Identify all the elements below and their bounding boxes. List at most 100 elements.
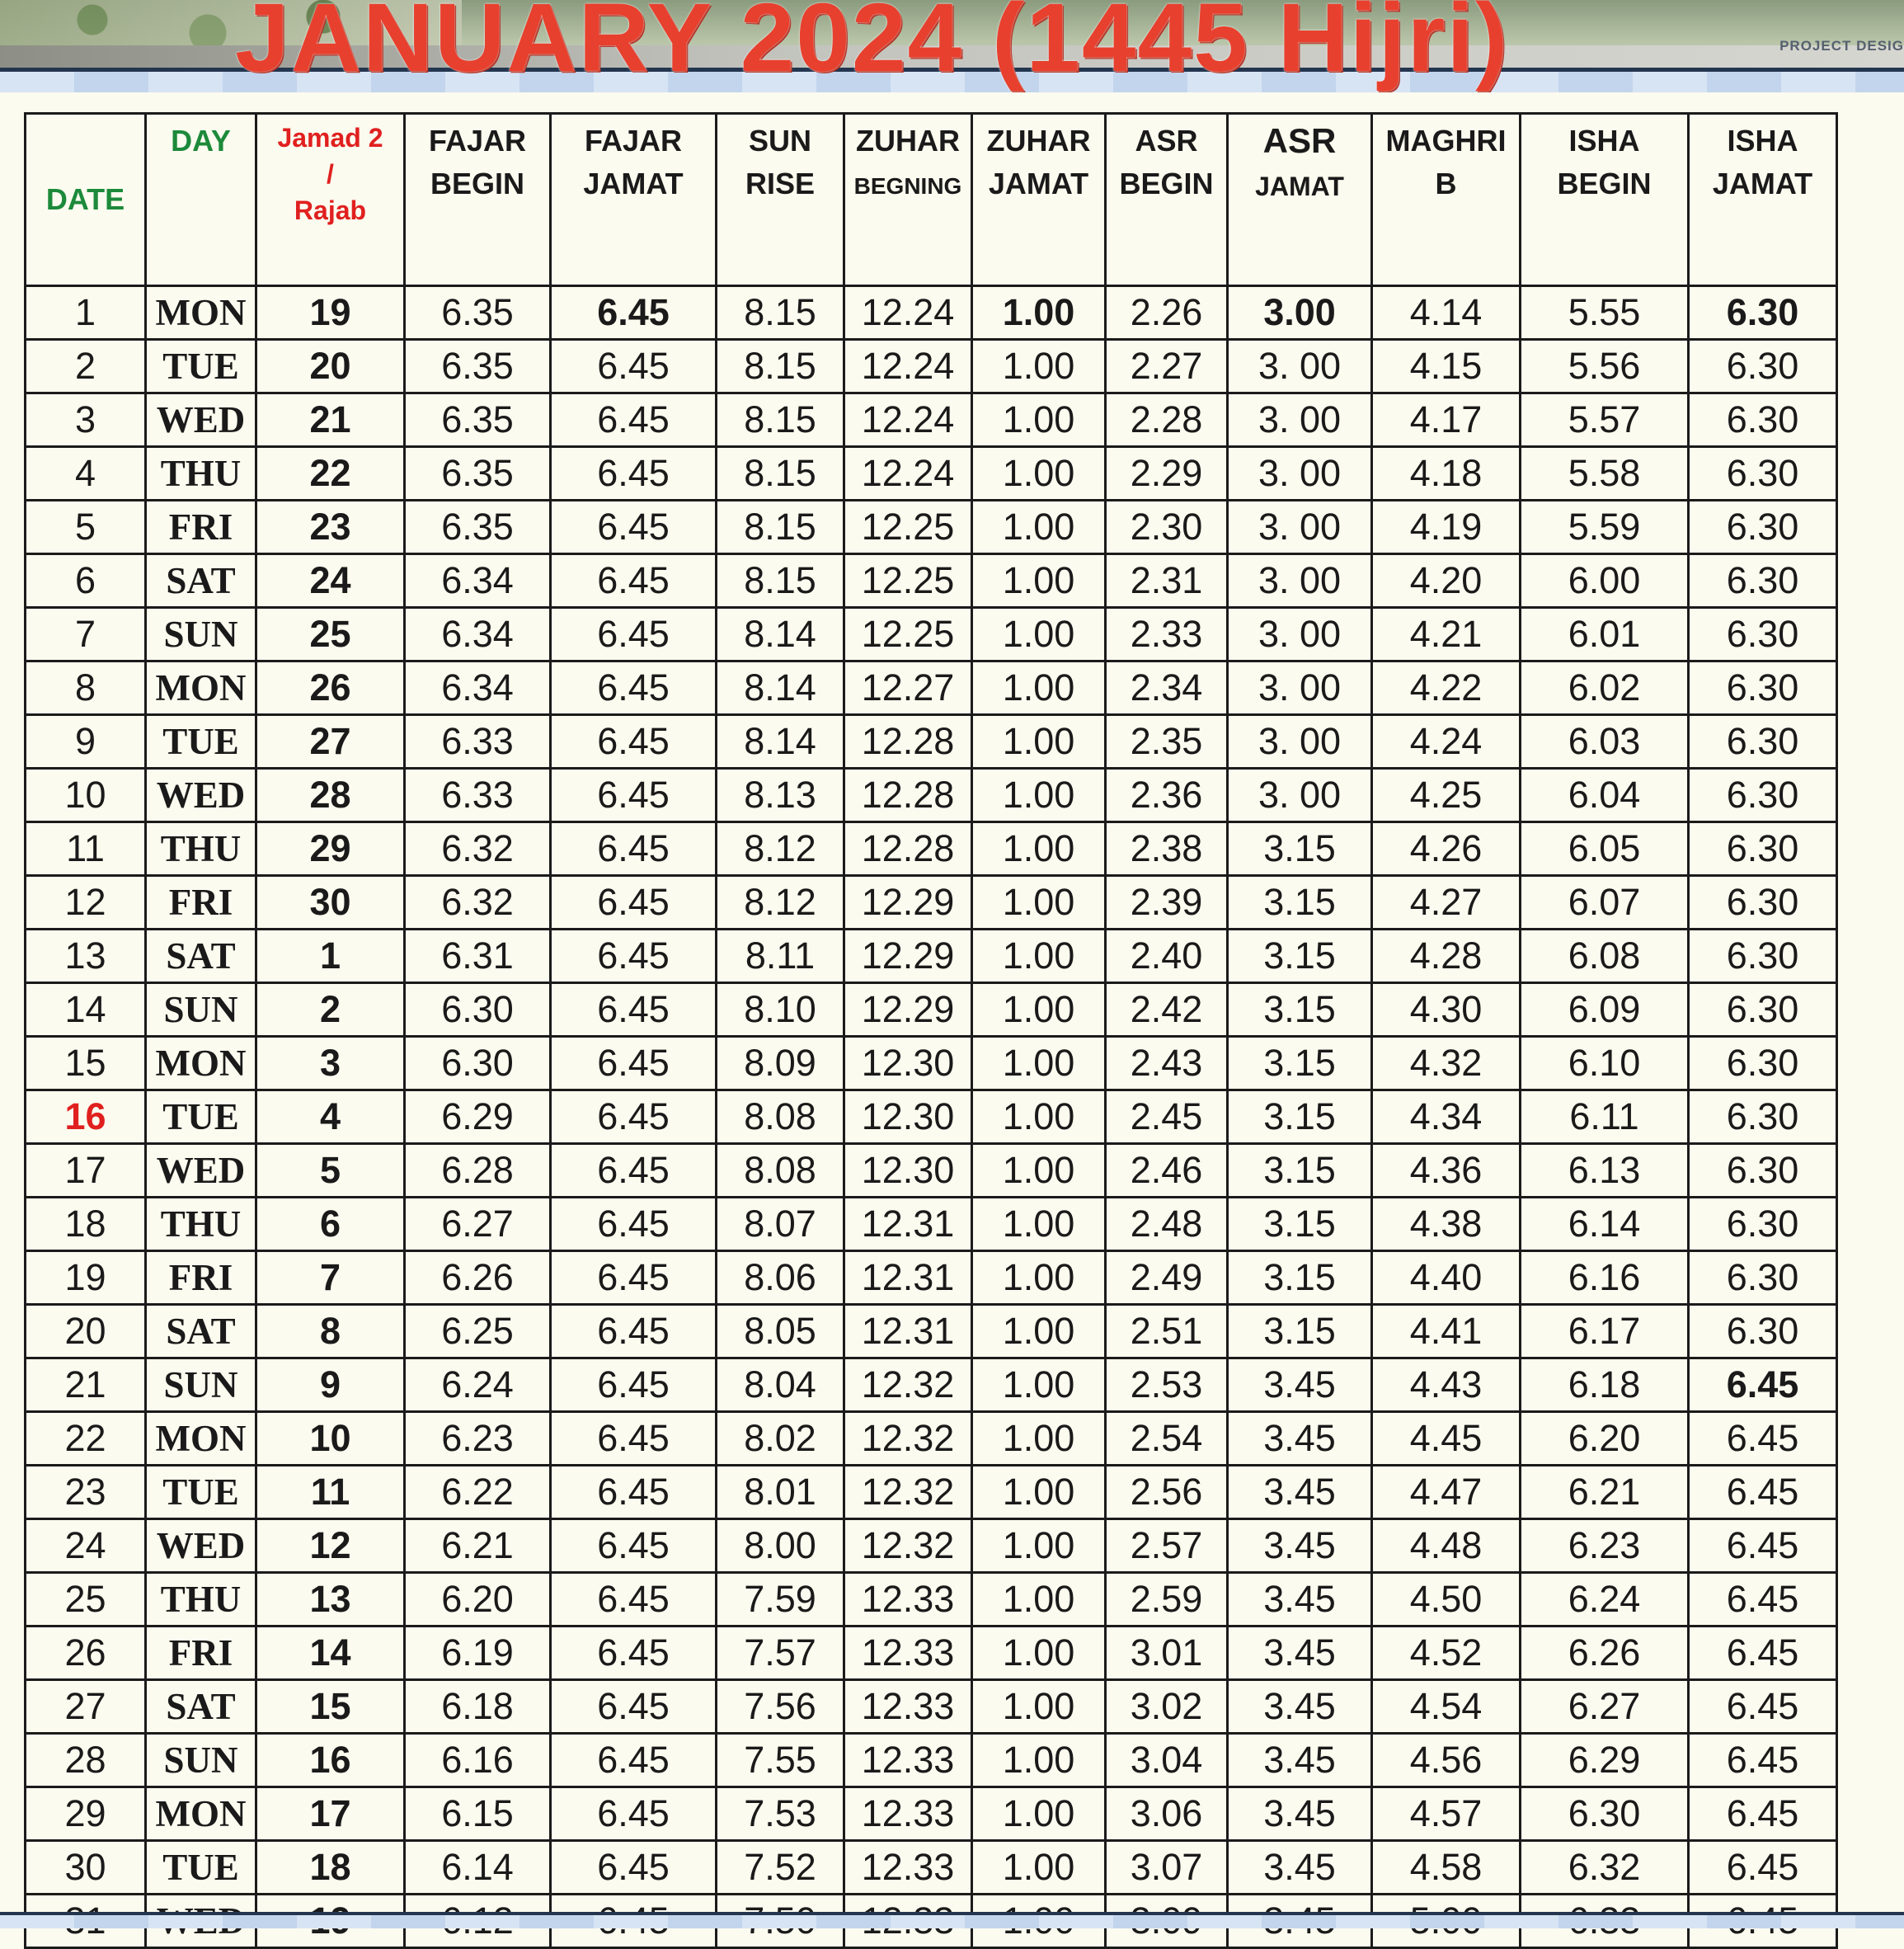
zuhar-jamat-cell: 1.00 (971, 1787, 1107, 1842)
isha-jamat-cell: 6.45 (1687, 1411, 1838, 1466)
sunrise-cell: 7.55 (715, 1733, 845, 1788)
asr-begin-cell: 2.38 (1104, 821, 1229, 877)
header-maghrib: MAGHRI B (1370, 112, 1521, 287)
isha-jamat-cell: 6.30 (1687, 1304, 1838, 1359)
maghrib-cell: 4.22 (1370, 661, 1521, 716)
date-cell: 8 (24, 661, 147, 716)
isha-begin-cell: 6.11 (1519, 1090, 1690, 1145)
fajar-jamat-cell: 6.45 (549, 929, 717, 984)
zuhar-jamat-cell: 1.00 (971, 1733, 1107, 1788)
zuhar-jamat-cell: 1.00 (971, 929, 1107, 984)
isha-begin-cell: 6.29 (1519, 1733, 1690, 1788)
zuhar-jamat-cell: 1.00 (971, 768, 1107, 823)
isha-begin-cell: 6.09 (1519, 982, 1690, 1038)
asr-jamat-cell: 3.45 (1226, 1626, 1373, 1681)
fajar-begin-cell: 6.35 (403, 339, 552, 394)
asr-jamat-cell: 3.45 (1226, 1518, 1373, 1574)
table-row: 18 THU 6 6.27 6.45 8.07 12.31 1.00 2.48 3.15 4.38 6… (24, 1197, 1838, 1252)
asr-begin-cell: 2.27 (1104, 339, 1229, 394)
zuhar-begin-cell: 12.33 (843, 1840, 973, 1895)
sunrise-cell: 8.15 (715, 393, 845, 448)
fajar-begin-cell: 6.30 (403, 1036, 552, 1091)
fajar-jamat-cell: 6.45 (549, 1465, 717, 1520)
asr-begin-cell: 3.01 (1104, 1626, 1229, 1681)
fajar-jamat-cell: 6.45 (549, 768, 717, 823)
maghrib-cell: 4.32 (1370, 1036, 1521, 1091)
isha-jamat-cell: 6.30 (1687, 446, 1838, 501)
table-row: 27 SAT 15 6.18 6.45 7.56 12.33 1.00 3.02 3.45 4.54… (24, 1679, 1838, 1735)
fajar-begin-cell: 6.22 (403, 1465, 552, 1520)
asr-begin-cell: 2.33 (1104, 607, 1229, 662)
table-row: 17 WED 5 6.28 6.45 8.08 12.30 1.00 2.46 3.15 4.36 6… (24, 1143, 1838, 1198)
header-zuhar-begin: ZUHAR BEGNING (843, 112, 973, 287)
hijri-date-cell: 12 (255, 1518, 406, 1574)
zuhar-jamat-cell: 1.00 (971, 285, 1107, 341)
day-cell: SAT (144, 1304, 257, 1359)
fajar-begin-cell: 6.31 (403, 929, 552, 984)
zuhar-begin-cell: 12.24 (843, 339, 973, 394)
zuhar-begin-cell: 12.33 (843, 1626, 973, 1681)
day-cell: SAT (144, 929, 257, 984)
isha-begin-cell: 6.08 (1519, 929, 1690, 984)
asr-jamat-cell: 3. 00 (1226, 339, 1373, 394)
fajar-begin-cell: 6.35 (403, 446, 552, 501)
hijri-date-cell: 4 (255, 1090, 406, 1145)
isha-begin-cell: 6.14 (1519, 1197, 1690, 1252)
table-row: 8 MON 26 6.34 6.45 8.14 12.27 1.00 2.34 3. 00 4.22… (24, 661, 1838, 716)
zuhar-jamat-cell: 1.00 (971, 500, 1107, 555)
header-date: DATE (24, 112, 147, 287)
date-cell: 30 (24, 1840, 147, 1895)
asr-begin-cell: 3.06 (1104, 1787, 1229, 1842)
zuhar-begin-cell: 12.32 (843, 1465, 973, 1520)
sunrise-cell: 8.14 (715, 607, 845, 662)
asr-jamat-cell: 3. 00 (1226, 768, 1373, 823)
asr-begin-cell: 3.07 (1104, 1840, 1229, 1895)
day-cell: SUN (144, 1358, 257, 1413)
zuhar-begin-cell: 12.28 (843, 821, 973, 877)
asr-begin-cell: 2.31 (1104, 553, 1229, 609)
maghrib-cell: 4.40 (1370, 1250, 1521, 1306)
table-row: 11 THU 29 6.32 6.45 8.12 12.28 1.00 2.38 3.15 4.26… (24, 821, 1838, 877)
sunrise-cell: 7.59 (715, 1572, 845, 1627)
asr-begin-cell: 2.28 (1104, 393, 1229, 448)
isha-jamat-cell: 6.45 (1687, 1465, 1838, 1520)
hijri-date-cell: 18 (255, 1840, 406, 1895)
date-cell: 27 (24, 1679, 147, 1735)
maghrib-cell: 4.36 (1370, 1143, 1521, 1198)
timetable-body: 1 MON 19 6.35 6.45 8.15 12.24 1.00 2.26 3.00 4.14 5… (24, 285, 1838, 1949)
zuhar-begin-cell: 12.31 (843, 1250, 973, 1306)
table-row: 9 TUE 27 6.33 6.45 8.14 12.28 1.00 2.35 3. 00 4.24… (24, 714, 1838, 770)
header-hijri-month: Jamad 2/Rajab (255, 112, 406, 287)
zuhar-begin-cell: 12.29 (843, 929, 973, 984)
date-cell: 7 (24, 607, 147, 662)
fajar-jamat-cell: 6.45 (549, 1090, 717, 1145)
maghrib-cell: 4.18 (1370, 446, 1521, 501)
isha-jamat-cell: 6.30 (1687, 768, 1838, 823)
fajar-jamat-cell: 6.45 (549, 1572, 717, 1627)
fajar-begin-cell: 6.32 (403, 821, 552, 877)
fajar-jamat-cell: 6.45 (549, 1197, 717, 1252)
day-cell: FRI (144, 500, 257, 555)
isha-begin-cell: 6.01 (1519, 607, 1690, 662)
fajar-jamat-cell: 6.45 (549, 1250, 717, 1306)
isha-jamat-cell: 6.30 (1687, 285, 1838, 341)
asr-begin-cell: 2.30 (1104, 500, 1229, 555)
zuhar-jamat-cell: 1.00 (971, 1250, 1107, 1306)
asr-jamat-cell: 3. 00 (1226, 661, 1373, 716)
hijri-date-cell: 1 (255, 929, 406, 984)
table-row: 10 WED 28 6.33 6.45 8.13 12.28 1.00 2.36 3. 00 4.2… (24, 768, 1838, 823)
zuhar-begin-cell: 12.32 (843, 1358, 973, 1413)
day-cell: THU (144, 1572, 257, 1627)
zuhar-begin-cell: 12.24 (843, 393, 973, 448)
day-cell: MON (144, 1411, 257, 1466)
date-cell: 22 (24, 1411, 147, 1466)
day-cell: MON (144, 1787, 257, 1842)
sunrise-cell: 8.15 (715, 500, 845, 555)
asr-jamat-cell: 3.45 (1226, 1358, 1373, 1413)
asr-begin-cell: 2.56 (1104, 1465, 1229, 1520)
zuhar-begin-cell: 12.28 (843, 714, 973, 770)
zuhar-jamat-cell: 1.00 (971, 339, 1107, 394)
fajar-jamat-cell: 6.45 (549, 1304, 717, 1359)
fajar-jamat-cell: 6.45 (549, 1411, 717, 1466)
day-cell: WED (144, 393, 257, 448)
